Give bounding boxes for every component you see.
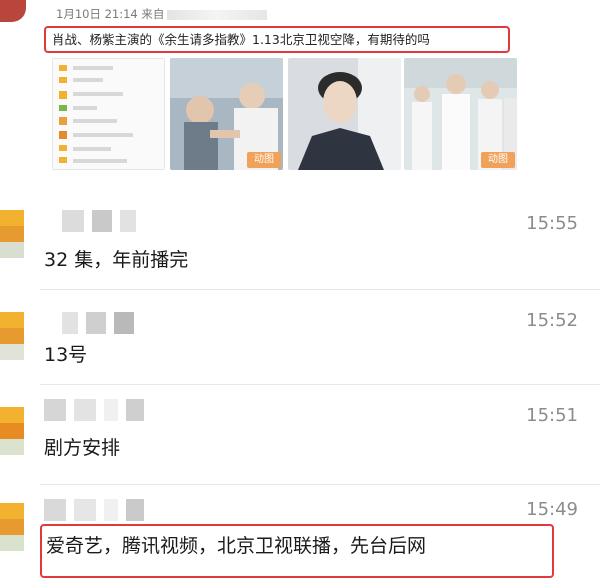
comment-text: 剧方安排 [44,437,121,459]
commenter-avatar[interactable] [0,210,24,258]
comment-time: 15:55 [526,213,578,234]
photo-portrait [288,58,401,170]
gif-badge: 动图 [247,152,281,168]
comment-text: 32 集，年前播完 [44,249,189,271]
highlight-box [40,524,554,578]
comment-item: 15:51 剧方安排 [0,385,600,485]
thumbnail-photo-3[interactable]: 动图 [404,58,517,170]
comment-time: 15:51 [526,405,578,426]
post-title-text: 肖战、杨紫主演的《余生请多指教》1.13北京卫视空降，有期待的吗 [52,32,430,47]
commenter-avatar[interactable] [0,312,24,360]
blurred-username[interactable] [62,210,144,232]
comment-time: 15:49 [526,499,578,520]
post-timestamp: 1月10日 21:14 来自 [56,7,165,21]
commenter-avatar[interactable] [0,503,24,551]
blurred-username[interactable] [44,499,152,521]
comment-item: 15:55 32 集，年前播完 [0,190,600,290]
post-meta: 1月10日 21:14 来自 [56,6,268,22]
comment-time: 15:52 [526,310,578,331]
comment-text: 13号 [44,344,88,366]
blurred-username[interactable] [44,399,152,421]
thumbnail-photo-1[interactable]: 动图 [170,58,283,170]
thumbnail-collage[interactable] [52,58,165,170]
collage-image [53,59,164,169]
post-title: 肖战、杨紫主演的《余生请多指教》1.13北京卫视空降，有期待的吗 [44,26,510,53]
comment-item: 15:52 13号 [0,290,600,385]
blurred-source [167,9,268,20]
blurred-username[interactable] [62,312,142,334]
post-avatar[interactable] [0,0,26,22]
commenter-avatar[interactable] [0,407,24,455]
gif-badge: 动图 [481,152,515,168]
thumbnail-photo-2[interactable] [288,58,401,170]
weibo-post: 1月10日 21:14 来自 肖战、杨紫主演的《余生请多指教》1.13北京卫视空… [0,0,600,190]
